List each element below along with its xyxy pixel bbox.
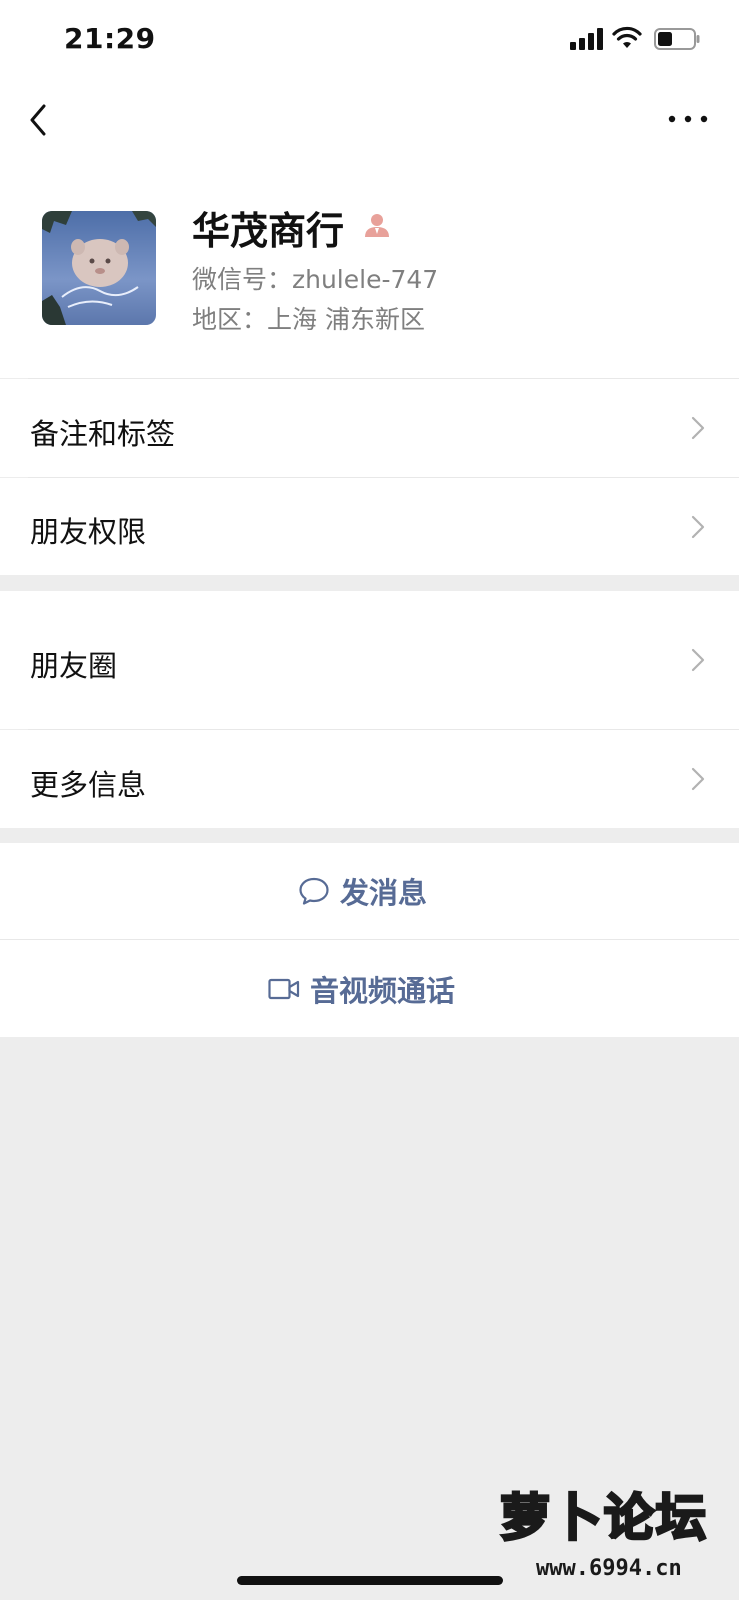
avatar-image: [42, 211, 156, 325]
chevron-left-icon: [30, 104, 46, 136]
status-bar: 21:29: [0, 0, 739, 80]
remarks-and-tags-item[interactable]: 备注和标签: [0, 379, 739, 477]
more-info-item[interactable]: 更多信息: [0, 730, 739, 828]
moments-label: 朋友圈: [30, 649, 118, 683]
moments-item[interactable]: 朋友圈: [0, 591, 739, 729]
watermark-text: 萝卜论坛: [499, 1488, 708, 1549]
avatar[interactable]: [42, 211, 156, 325]
contact-person-icon: [365, 214, 389, 237]
back-button[interactable]: [22, 98, 62, 142]
chevron-right-icon: [691, 767, 705, 791]
video-call-button[interactable]: 音视频通话: [0, 940, 739, 1037]
chevron-right-icon: [691, 515, 705, 539]
video-call-label: 音视频通话: [310, 973, 456, 1008]
more-button[interactable]: [664, 104, 712, 134]
chat-bubble-icon: [299, 877, 329, 905]
cellular-signal-icon: [570, 28, 603, 50]
chevron-right-icon: [691, 648, 705, 672]
send-message-label: 发消息: [340, 876, 428, 910]
more-info-label: 更多信息: [30, 768, 147, 802]
remarks-and-tags-label: 备注和标签: [30, 417, 176, 451]
navigation-bar: [0, 80, 739, 160]
region: 地区：上海 浦东新区: [192, 305, 425, 334]
wechat-id: 微信号：zhulele-747: [192, 265, 439, 294]
wifi-icon: [612, 26, 642, 48]
battery-icon: [654, 28, 700, 50]
watermark-logo: 萝卜论坛 www.6994.cn: [486, 1468, 730, 1596]
chevron-right-icon: [691, 416, 705, 440]
send-message-button[interactable]: 发消息: [0, 843, 739, 939]
contact-name: 华茂商行: [192, 209, 345, 253]
friend-permissions-item[interactable]: 朋友权限: [0, 478, 739, 575]
home-indicator[interactable]: [237, 1576, 503, 1585]
watermark-url: www.6994.cn: [536, 1556, 682, 1581]
friend-permissions-label: 朋友权限: [30, 515, 147, 549]
video-camera-icon: [268, 978, 300, 999]
more-dots-icon: [668, 115, 708, 123]
status-time: 21:29: [64, 22, 156, 55]
